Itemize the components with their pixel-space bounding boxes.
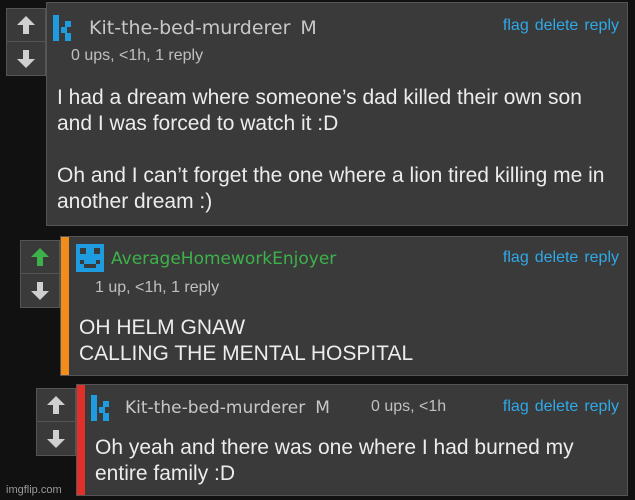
k-letter-avatar-icon[interactable] (89, 393, 119, 423)
comment-actions: flag delete reply (503, 398, 619, 416)
reply-link[interactable]: reply (584, 398, 619, 415)
vote-column (6, 8, 46, 76)
arrow-up-icon (31, 248, 49, 266)
flag-link[interactable]: flag (503, 398, 529, 415)
arrow-down-icon (17, 49, 35, 68)
reply-link[interactable]: reply (584, 17, 619, 34)
comment-meta: 1 up, <1h, 1 reply (95, 279, 220, 296)
comment-actions: flag delete reply (503, 17, 619, 35)
comment-thread: Kit-the-bed-murderer M flag delete reply 0 … (0, 0, 635, 500)
comment-card: Kit-the-bed-murderer M 0 ups, <1h flag del… (76, 384, 628, 496)
upvote-button[interactable] (20, 240, 60, 274)
comment-body: Oh yeah and there was one where I had bu… (95, 435, 625, 487)
pixel-face-avatar-icon[interactable] (75, 243, 105, 273)
delete-link[interactable]: delete (535, 398, 579, 415)
comment-body: OH HELM GNAW CALLING THE MENTAL HOSPITAL (79, 315, 619, 367)
downvote-button[interactable] (6, 42, 46, 76)
downvote-button[interactable] (36, 422, 76, 456)
comment-paragraph: Oh yeah and there was one where I had bu… (95, 436, 574, 485)
delete-link[interactable]: delete (535, 17, 579, 34)
comment-paragraph: I had a dream where someone’s dad killed… (57, 86, 582, 135)
username-link[interactable]: AverageHomeworkEnjoyer (111, 249, 336, 269)
vote-column (36, 388, 76, 456)
username-link[interactable]: Kit-the-bed-murderer M (89, 17, 317, 39)
comment-body: I had a dream where someone’s dad killed… (57, 85, 617, 215)
arrow-up-icon (17, 16, 35, 34)
comment-meta: 0 ups, <1h (371, 398, 447, 415)
comment-card: Kit-the-bed-murderer M flag delete reply 0 … (46, 2, 628, 226)
reply-link[interactable]: reply (584, 249, 619, 266)
arrow-down-icon (31, 281, 49, 300)
delete-link[interactable]: delete (535, 249, 579, 266)
flag-link[interactable]: flag (503, 249, 529, 266)
comment-paragraph: CALLING THE MENTAL HOSPITAL (79, 342, 414, 365)
username-text[interactable]: Kit-the-bed-murderer (125, 398, 305, 418)
comment-paragraph: OH HELM GNAW (79, 316, 246, 339)
username-text[interactable]: Kit-the-bed-murderer (89, 17, 290, 39)
username-link[interactable]: Kit-the-bed-murderer M (125, 398, 330, 418)
k-letter-avatar-icon[interactable] (51, 13, 81, 43)
comment-paragraph: Oh and I can’t forget the one where a li… (57, 164, 605, 213)
flag-link[interactable]: flag (503, 17, 529, 34)
comment-actions: flag delete reply (503, 249, 619, 267)
reply-depth-stripe (61, 237, 69, 375)
gender-badge: M (300, 17, 317, 39)
comment-card: AverageHomeworkEnjoyer flag delete reply 1… (60, 236, 628, 376)
comment-meta: 0 ups, <1h, 1 reply (71, 47, 204, 64)
vote-column (20, 240, 60, 308)
gender-badge: M (315, 398, 330, 418)
imgflip-watermark: imgflip.com (6, 484, 62, 496)
arrow-down-icon (47, 429, 65, 448)
username-text[interactable]: AverageHomeworkEnjoyer (111, 249, 336, 269)
reply-depth-stripe (77, 385, 85, 495)
arrow-up-icon (47, 396, 65, 414)
downvote-button[interactable] (20, 274, 60, 308)
upvote-button[interactable] (36, 388, 76, 422)
upvote-button[interactable] (6, 8, 46, 42)
